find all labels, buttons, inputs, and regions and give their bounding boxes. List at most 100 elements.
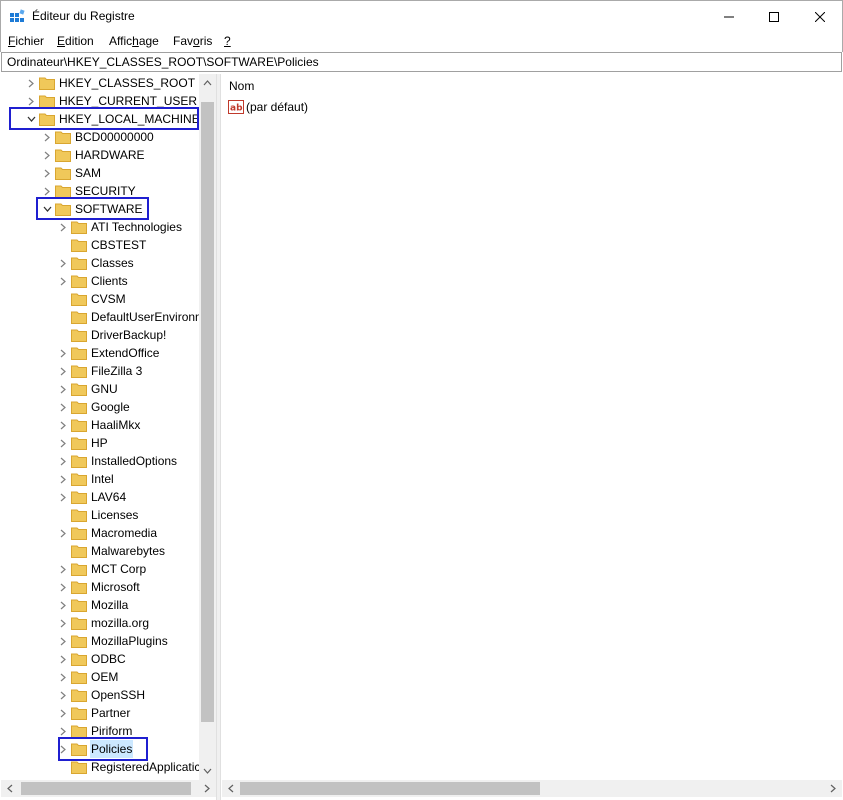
tree-item[interactable]: OEM (55, 668, 119, 686)
minimize-button[interactable] (706, 1, 752, 32)
tree-item[interactable]: Policies (55, 740, 134, 758)
chevron-right-icon[interactable] (55, 362, 71, 380)
tree-item[interactable]: CVSM (55, 290, 127, 308)
menu-item-2[interactable]: Affichage (109, 34, 159, 48)
scroll-up-arrow-icon[interactable] (199, 76, 216, 90)
menu-item-0[interactable]: Fichier (8, 34, 44, 48)
chevron-right-icon[interactable] (55, 254, 71, 272)
chevron-right-icon[interactable] (55, 272, 71, 290)
tree-item[interactable]: HKEY_LOCAL_MACHINE (23, 110, 201, 128)
tree-vertical-scroll-thumb[interactable] (201, 102, 214, 722)
tree-item[interactable]: HP (55, 434, 109, 452)
values-horizontal-scrollbar[interactable] (222, 780, 842, 797)
tree-item[interactable]: OpenSSH (55, 686, 146, 704)
tree-item-label: OEM (91, 670, 119, 684)
tree-item[interactable]: MozillaPlugins (55, 632, 169, 650)
chevron-right-icon[interactable] (55, 398, 71, 416)
tree-item[interactable]: Intel (55, 470, 115, 488)
tree-item[interactable]: HKEY_CURRENT_USER (23, 92, 198, 110)
tree-item[interactable]: ExtendOffice (55, 344, 160, 362)
tree-item[interactable]: DriverBackup! (55, 326, 167, 344)
scroll-left-arrow-icon[interactable] (223, 780, 239, 797)
chevron-right-icon[interactable] (55, 650, 71, 668)
chevron-right-icon[interactable] (55, 722, 71, 740)
tree-item[interactable]: Piriform (55, 722, 133, 740)
scroll-left-arrow-icon[interactable] (2, 780, 18, 797)
chevron-right-icon[interactable] (55, 380, 71, 398)
tree-item[interactable]: HKEY_CLASSES_ROOT (23, 74, 196, 92)
tree-item[interactable]: RegisteredApplicatic (55, 758, 201, 776)
tree-item[interactable]: Macromedia (55, 524, 158, 542)
chevron-right-icon[interactable] (55, 416, 71, 434)
chevron-right-icon[interactable] (55, 578, 71, 596)
tree-item[interactable]: Licenses (55, 506, 139, 524)
tree-item[interactable]: GNU (55, 380, 119, 398)
chevron-down-icon[interactable] (23, 110, 39, 128)
tree-horizontal-scroll-thumb[interactable] (21, 782, 191, 795)
tree-item[interactable]: SAM (39, 164, 102, 182)
chevron-right-icon[interactable] (55, 740, 71, 758)
menu-item-1[interactable]: Edition (57, 34, 94, 48)
folder-icon (71, 221, 87, 234)
chevron-right-icon[interactable] (39, 164, 55, 182)
maximize-button[interactable] (751, 1, 797, 32)
tree-item[interactable]: Google (55, 398, 131, 416)
chevron-right-icon[interactable] (55, 344, 71, 362)
tree-item[interactable]: HaaliMkx (55, 416, 141, 434)
tree-item[interactable]: Partner (55, 704, 131, 722)
pane-splitter[interactable] (216, 74, 221, 800)
tree-item[interactable]: Clients (55, 272, 129, 290)
tree-item-label: SECURITY (75, 184, 136, 198)
chevron-right-icon[interactable] (55, 470, 71, 488)
tree-item[interactable]: mozilla.org (55, 614, 150, 632)
tree-item[interactable]: SOFTWARE (39, 200, 144, 218)
values-horizontal-scroll-thumb[interactable] (240, 782, 540, 795)
chevron-right-icon[interactable] (55, 632, 71, 650)
chevron-right-icon[interactable] (55, 560, 71, 578)
tree-item[interactable]: Malwarebytes (55, 542, 166, 560)
chevron-right-icon[interactable] (55, 218, 71, 236)
tree-item[interactable]: ATI Technologies (55, 218, 183, 236)
address-bar[interactable]: Ordinateur\HKEY_CLASSES_ROOT\SOFTWARE\Po… (1, 52, 842, 72)
chevron-right-icon[interactable] (23, 74, 39, 92)
tree-item[interactable]: ODBC (55, 650, 127, 668)
folder-icon (71, 401, 87, 414)
menu-item-4[interactable]: ? (224, 34, 231, 48)
tree-item[interactable]: Microsoft (55, 578, 141, 596)
tree-item[interactable]: BCD00000000 (39, 128, 155, 146)
close-button[interactable] (797, 1, 843, 32)
chevron-right-icon[interactable] (55, 668, 71, 686)
tree-item[interactable]: SECURITY (39, 182, 137, 200)
tree-item-label: CVSM (91, 292, 126, 306)
tree-vertical-scrollbar[interactable] (199, 74, 216, 780)
tree-item[interactable]: FileZilla 3 (55, 362, 143, 380)
column-header-name[interactable]: Nom (229, 79, 254, 93)
tree-item[interactable]: CBSTEST (55, 236, 147, 254)
chevron-right-icon[interactable] (55, 614, 71, 632)
chevron-right-icon[interactable] (55, 524, 71, 542)
chevron-right-icon[interactable] (39, 128, 55, 146)
chevron-right-icon[interactable] (55, 434, 71, 452)
tree-horizontal-scrollbar[interactable] (1, 780, 216, 797)
value-row[interactable]: ab (par défaut) (228, 100, 308, 114)
tree-item[interactable]: Mozilla (55, 596, 129, 614)
scroll-right-arrow-icon[interactable] (199, 780, 215, 797)
chevron-right-icon[interactable] (55, 488, 71, 506)
chevron-right-icon[interactable] (55, 596, 71, 614)
tree-item[interactable]: InstalledOptions (55, 452, 178, 470)
tree-item[interactable]: Classes (55, 254, 135, 272)
chevron-right-icon[interactable] (39, 182, 55, 200)
tree-item[interactable]: DefaultUserEnvironn (55, 308, 203, 326)
chevron-right-icon[interactable] (39, 146, 55, 164)
chevron-right-icon[interactable] (23, 92, 39, 110)
chevron-right-icon[interactable] (55, 704, 71, 722)
tree-item[interactable]: MCT Corp (55, 560, 147, 578)
chevron-right-icon[interactable] (55, 686, 71, 704)
scroll-right-arrow-icon[interactable] (825, 780, 841, 797)
chevron-down-icon[interactable] (39, 200, 55, 218)
menu-item-3[interactable]: Favoris (173, 34, 212, 48)
scroll-down-arrow-icon[interactable] (199, 764, 216, 778)
tree-item[interactable]: HARDWARE (39, 146, 146, 164)
tree-item[interactable]: LAV64 (55, 488, 127, 506)
chevron-right-icon[interactable] (55, 452, 71, 470)
